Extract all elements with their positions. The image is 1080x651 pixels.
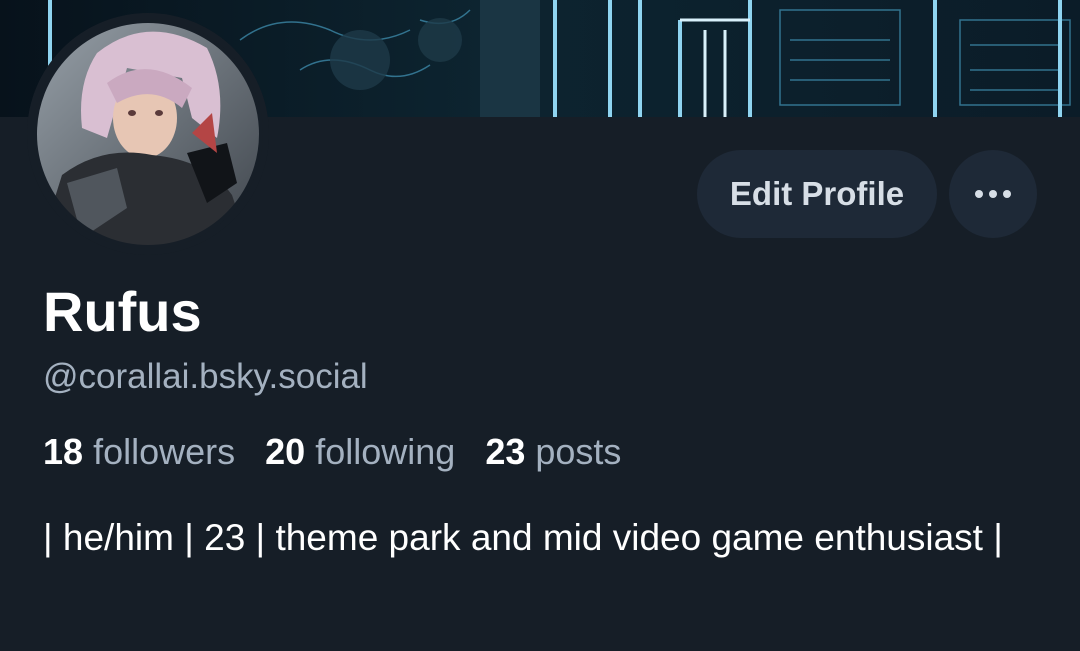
- profile-handle: @corallai.bsky.social: [43, 357, 368, 396]
- ellipsis-icon: [973, 187, 1013, 202]
- posts-stat: 23 posts: [485, 429, 621, 475]
- following-label: following: [315, 431, 456, 472]
- following-count: 20: [265, 431, 306, 472]
- posts-count: 23: [485, 431, 526, 472]
- avatar-image: [27, 13, 269, 255]
- more-options-button[interactable]: [949, 150, 1037, 238]
- followers-count: 18: [43, 431, 84, 472]
- profile-page: Edit Profile Rufus @corallai.bsky.social…: [0, 0, 1080, 651]
- profile-bio: | he/him | 23 | theme park and mid video…: [43, 517, 1003, 558]
- profile-stats: 18 followers 20 following 23 posts: [43, 429, 641, 475]
- edit-profile-button[interactable]: Edit Profile: [697, 150, 937, 238]
- display-name: Rufus: [43, 280, 202, 343]
- following-link[interactable]: 20 following: [265, 429, 455, 475]
- posts-label: posts: [535, 431, 622, 472]
- followers-link[interactable]: 18 followers: [43, 429, 235, 475]
- avatar[interactable]: [27, 13, 269, 255]
- followers-label: followers: [93, 431, 236, 472]
